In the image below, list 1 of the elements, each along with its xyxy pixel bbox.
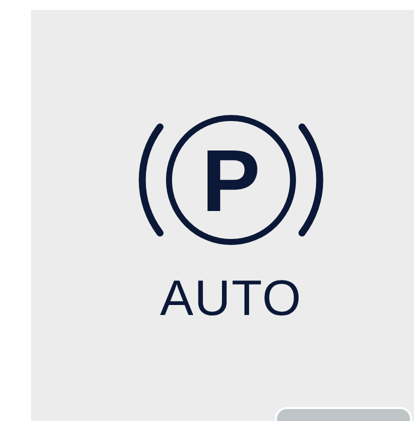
mode-label: AUTO xyxy=(160,273,302,323)
